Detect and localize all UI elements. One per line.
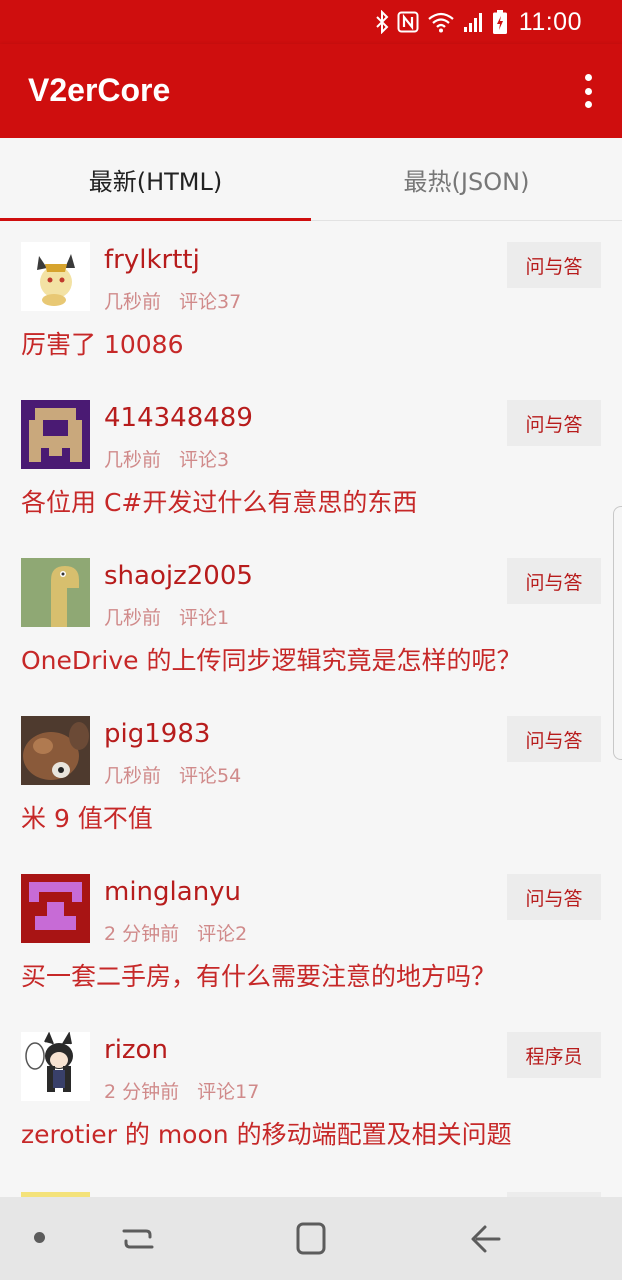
post-time: 几秒前 (104, 449, 162, 471)
avatar[interactable] (21, 242, 90, 311)
comment-count: 评论37 (179, 291, 242, 313)
avatar[interactable] (21, 1032, 90, 1101)
tab-hot-json[interactable]: 最热(JSON) (311, 138, 622, 220)
post-time: 2 分钟前 (104, 923, 180, 945)
node-tag[interactable]: 问与答 (507, 558, 601, 604)
node-tag[interactable]: 问与答 (507, 242, 601, 288)
avatar[interactable] (21, 558, 90, 627)
username[interactable]: pig1983 (104, 719, 210, 749)
topic-title[interactable]: 米 9 值不值 (21, 799, 602, 835)
comment-count: 评论1 (179, 607, 230, 629)
bluetooth-icon (375, 10, 389, 34)
topic-title[interactable]: zerotier 的 moon 的移动端配置及相关问题 (21, 1115, 602, 1151)
status-bar: 11:00 (0, 0, 622, 44)
node-tag[interactable]: 问与答 (507, 716, 601, 762)
navigation-bar (0, 1197, 622, 1280)
topic-item[interactable]: rizon 2 分钟前 评论17 程序员 zerotier 的 moon 的移动端… (0, 1011, 622, 1169)
topic-title[interactable]: 各位用 C#开发过什么有意思的东西 (21, 483, 602, 519)
node-tag[interactable]: 程序员 (507, 1032, 601, 1078)
recents-icon[interactable] (116, 1217, 160, 1261)
comment-count: 评论3 (179, 449, 230, 471)
post-time: 几秒前 (104, 607, 162, 629)
topic-title[interactable]: OneDrive 的上传同步逻辑究竟是怎样的呢？ (21, 641, 602, 677)
scrollbar[interactable] (613, 506, 622, 760)
wifi-icon (427, 11, 455, 33)
post-time: 几秒前 (104, 765, 162, 787)
post-time: 几秒前 (104, 291, 162, 313)
topic-meta: 几秒前 评论37 (104, 287, 241, 314)
avatar[interactable] (21, 400, 90, 469)
username[interactable]: shaojz2005 (104, 561, 253, 591)
tab-bar: 最新(HTML) 最热(JSON) (0, 138, 622, 221)
comment-count: 评论17 (197, 1081, 260, 1103)
app-bar: V2erCore (0, 44, 622, 138)
avatar[interactable] (21, 716, 90, 785)
status-icons: 11:00 (375, 8, 582, 36)
topic-meta: 几秒前 评论54 (104, 761, 241, 788)
more-vert-icon[interactable] (576, 74, 600, 108)
back-icon[interactable] (463, 1217, 507, 1261)
topic-item[interactable]: frylkrttj 几秒前 评论37 问与答 厉害了 10086 (0, 221, 622, 379)
signal-icon (463, 11, 485, 33)
comment-count: 评论54 (179, 765, 242, 787)
topic-meta: 2 分钟前 评论2 (104, 919, 247, 946)
topic-title[interactable]: 买一套二手房，有什么需要注意的地方吗？ (21, 957, 602, 993)
username[interactable]: 414348489 (104, 403, 253, 433)
username[interactable]: frylkrttj (104, 245, 200, 275)
topic-title[interactable]: 厉害了 10086 (21, 325, 602, 361)
node-tag[interactable]: 问与答 (507, 874, 601, 920)
node-tag[interactable]: 问与答 (507, 400, 601, 446)
topic-item[interactable]: minglanyu 2 分钟前 评论2 问与答 买一套二手房，有什么需要注意的地方… (0, 853, 622, 1011)
topic-meta: 几秒前 评论1 (104, 603, 229, 630)
post-time: 2 分钟前 (104, 1081, 180, 1103)
home-icon[interactable] (289, 1217, 333, 1261)
app-title: V2erCore (28, 72, 171, 108)
tab-latest-html[interactable]: 最新(HTML) (0, 138, 311, 220)
nfc-icon (397, 11, 419, 33)
topic-item[interactable]: shaojz2005 几秒前 评论1 问与答 OneDrive 的上传同步逻辑究竟… (0, 537, 622, 695)
topic-list[interactable]: frylkrttj 几秒前 评论37 问与答 厉害了 10086 41434848… (0, 221, 622, 1197)
topic-meta: 几秒前 评论3 (104, 445, 229, 472)
nav-dot-icon[interactable] (34, 1232, 45, 1243)
username[interactable]: rizon (104, 1035, 168, 1065)
status-time: 11:00 (518, 7, 582, 36)
topic-item[interactable]: pig1983 几秒前 评论54 问与答 米 9 值不值 (0, 695, 622, 853)
topic-meta: 2 分钟前 评论17 (104, 1077, 259, 1104)
topic-item[interactable]: 414348489 几秒前 评论3 问与答 各位用 C#开发过什么有意思的东西 (0, 379, 622, 537)
comment-count: 评论2 (197, 923, 248, 945)
battery-charging-icon (492, 10, 507, 34)
username[interactable]: minglanyu (104, 877, 241, 907)
avatar[interactable] (21, 874, 90, 943)
